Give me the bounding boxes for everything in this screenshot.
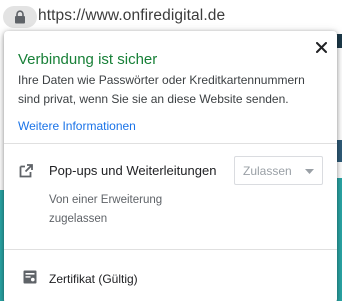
open-in-new-icon — [19, 164, 33, 178]
browser-window: https://www.onfiredigital.de Verbindung … — [0, 0, 342, 301]
popups-permission-sublabel: Von einer Erweiterung zugelassen — [49, 194, 163, 225]
popups-permission-label: Pop-ups und Weiterleitungen — [49, 163, 217, 178]
connection-secure-title: Verbindung ist sicher — [18, 51, 158, 68]
divider — [4, 249, 337, 250]
site-info-button[interactable] — [3, 6, 37, 28]
select-value: Zulassen — [243, 164, 292, 178]
address-bar[interactable]: https://www.onfiredigital.de — [0, 0, 342, 34]
close-button[interactable] — [313, 39, 329, 55]
certificate-icon — [23, 270, 37, 284]
certificate-link[interactable]: Zertifikat (Gültig) — [49, 272, 138, 286]
site-info-popup: Verbindung ist sicher Ihre Daten wie Pas… — [4, 31, 337, 301]
lock-icon — [15, 10, 25, 24]
connection-description: Ihre Daten wie Passwörter oder Kreditkar… — [18, 73, 305, 106]
divider — [4, 143, 337, 144]
more-info-link[interactable]: Weitere Informationen — [18, 119, 136, 133]
url-text[interactable]: https://www.onfiredigital.de — [38, 7, 225, 25]
close-icon — [315, 41, 327, 53]
chevron-down-icon — [305, 169, 314, 174]
popups-permission-select[interactable]: Zulassen — [234, 156, 323, 185]
